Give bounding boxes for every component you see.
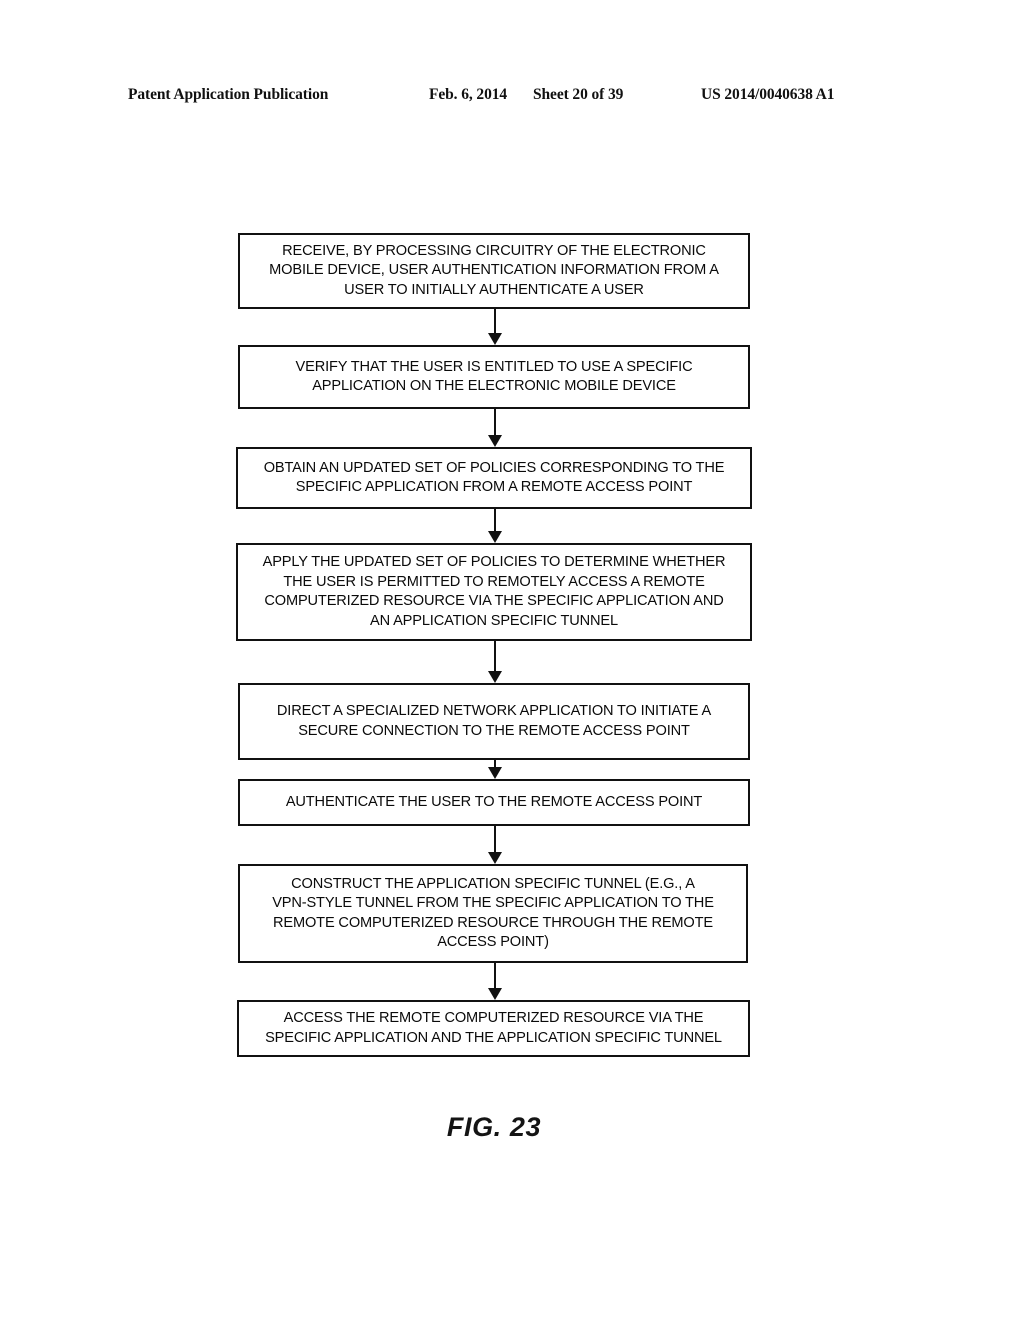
arrow-shaft <box>494 309 496 335</box>
flowchart-step-obtain-updated-policies: OBTAIN AN UPDATED SET OF POLICIES CORRES… <box>236 447 752 509</box>
arrow-shaft <box>494 826 496 854</box>
arrow-head <box>488 988 502 1000</box>
flow-arrow-down-icon <box>487 509 503 543</box>
arrow-shaft <box>494 509 496 533</box>
arrow-shaft <box>494 641 496 673</box>
flowchart-step-receive-authentication-info: RECEIVE, BY PROCESSING CIRCUITRY OF THE … <box>238 233 750 309</box>
arrow-head <box>488 435 502 447</box>
flowchart-step-verify-entitlement: VERIFY THAT THE USER IS ENTITLED TO USE … <box>238 345 750 409</box>
step-text: VERIFY THAT THE USER IS ENTITLED TO USE … <box>295 358 693 395</box>
step-text: ACCESS THE REMOTE COMPUTERIZED RESOURCE … <box>265 1010 722 1046</box>
arrow-head <box>488 767 502 779</box>
arrow-shaft <box>494 963 496 990</box>
flowchart-step-construct-tunnel: CONSTRUCT THE APPLICATION SPECIFIC TUNNE… <box>238 864 748 963</box>
flowchart-step-authenticate-to-access-point: AUTHENTICATE THE USER TO THE REMOTE ACCE… <box>238 779 750 826</box>
flow-arrow-down-icon <box>487 963 503 1000</box>
figure-caption: FIG. 23 <box>446 1112 542 1142</box>
step-text: RECEIVE, BY PROCESSING CIRCUITRY OF THE … <box>269 242 719 298</box>
arrow-head <box>488 852 502 864</box>
step-text: CONSTRUCT THE APPLICATION SPECIFIC TUNNE… <box>272 875 714 951</box>
flow-arrow-down-icon <box>487 826 503 864</box>
step-text: OBTAIN AN UPDATED SET OF POLICIES CORRES… <box>263 459 725 496</box>
step-text: DIRECT A SPECIALIZED NETWORK APPLICATION… <box>276 703 712 739</box>
flowchart-step-apply-policies: APPLY THE UPDATED SET OF POLICIES TO DET… <box>236 543 752 641</box>
flowchart-step-access-resource: ACCESS THE REMOTE COMPUTERIZED RESOURCE … <box>237 1000 750 1057</box>
flow-arrow-down-icon <box>487 409 503 447</box>
arrow-head <box>488 671 502 683</box>
arrow-head <box>488 531 502 543</box>
arrow-head <box>488 333 502 345</box>
flowchart-step-direct-network-application: DIRECT A SPECIALIZED NETWORK APPLICATION… <box>238 683 750 760</box>
flow-arrow-down-icon <box>487 760 503 779</box>
flow-arrow-down-icon <box>487 641 503 683</box>
flow-arrow-down-icon <box>487 309 503 345</box>
step-text: AUTHENTICATE THE USER TO THE REMOTE ACCE… <box>285 793 703 810</box>
step-text: APPLY THE UPDATED SET OF POLICIES TO DET… <box>262 554 726 629</box>
arrow-shaft <box>494 409 496 437</box>
